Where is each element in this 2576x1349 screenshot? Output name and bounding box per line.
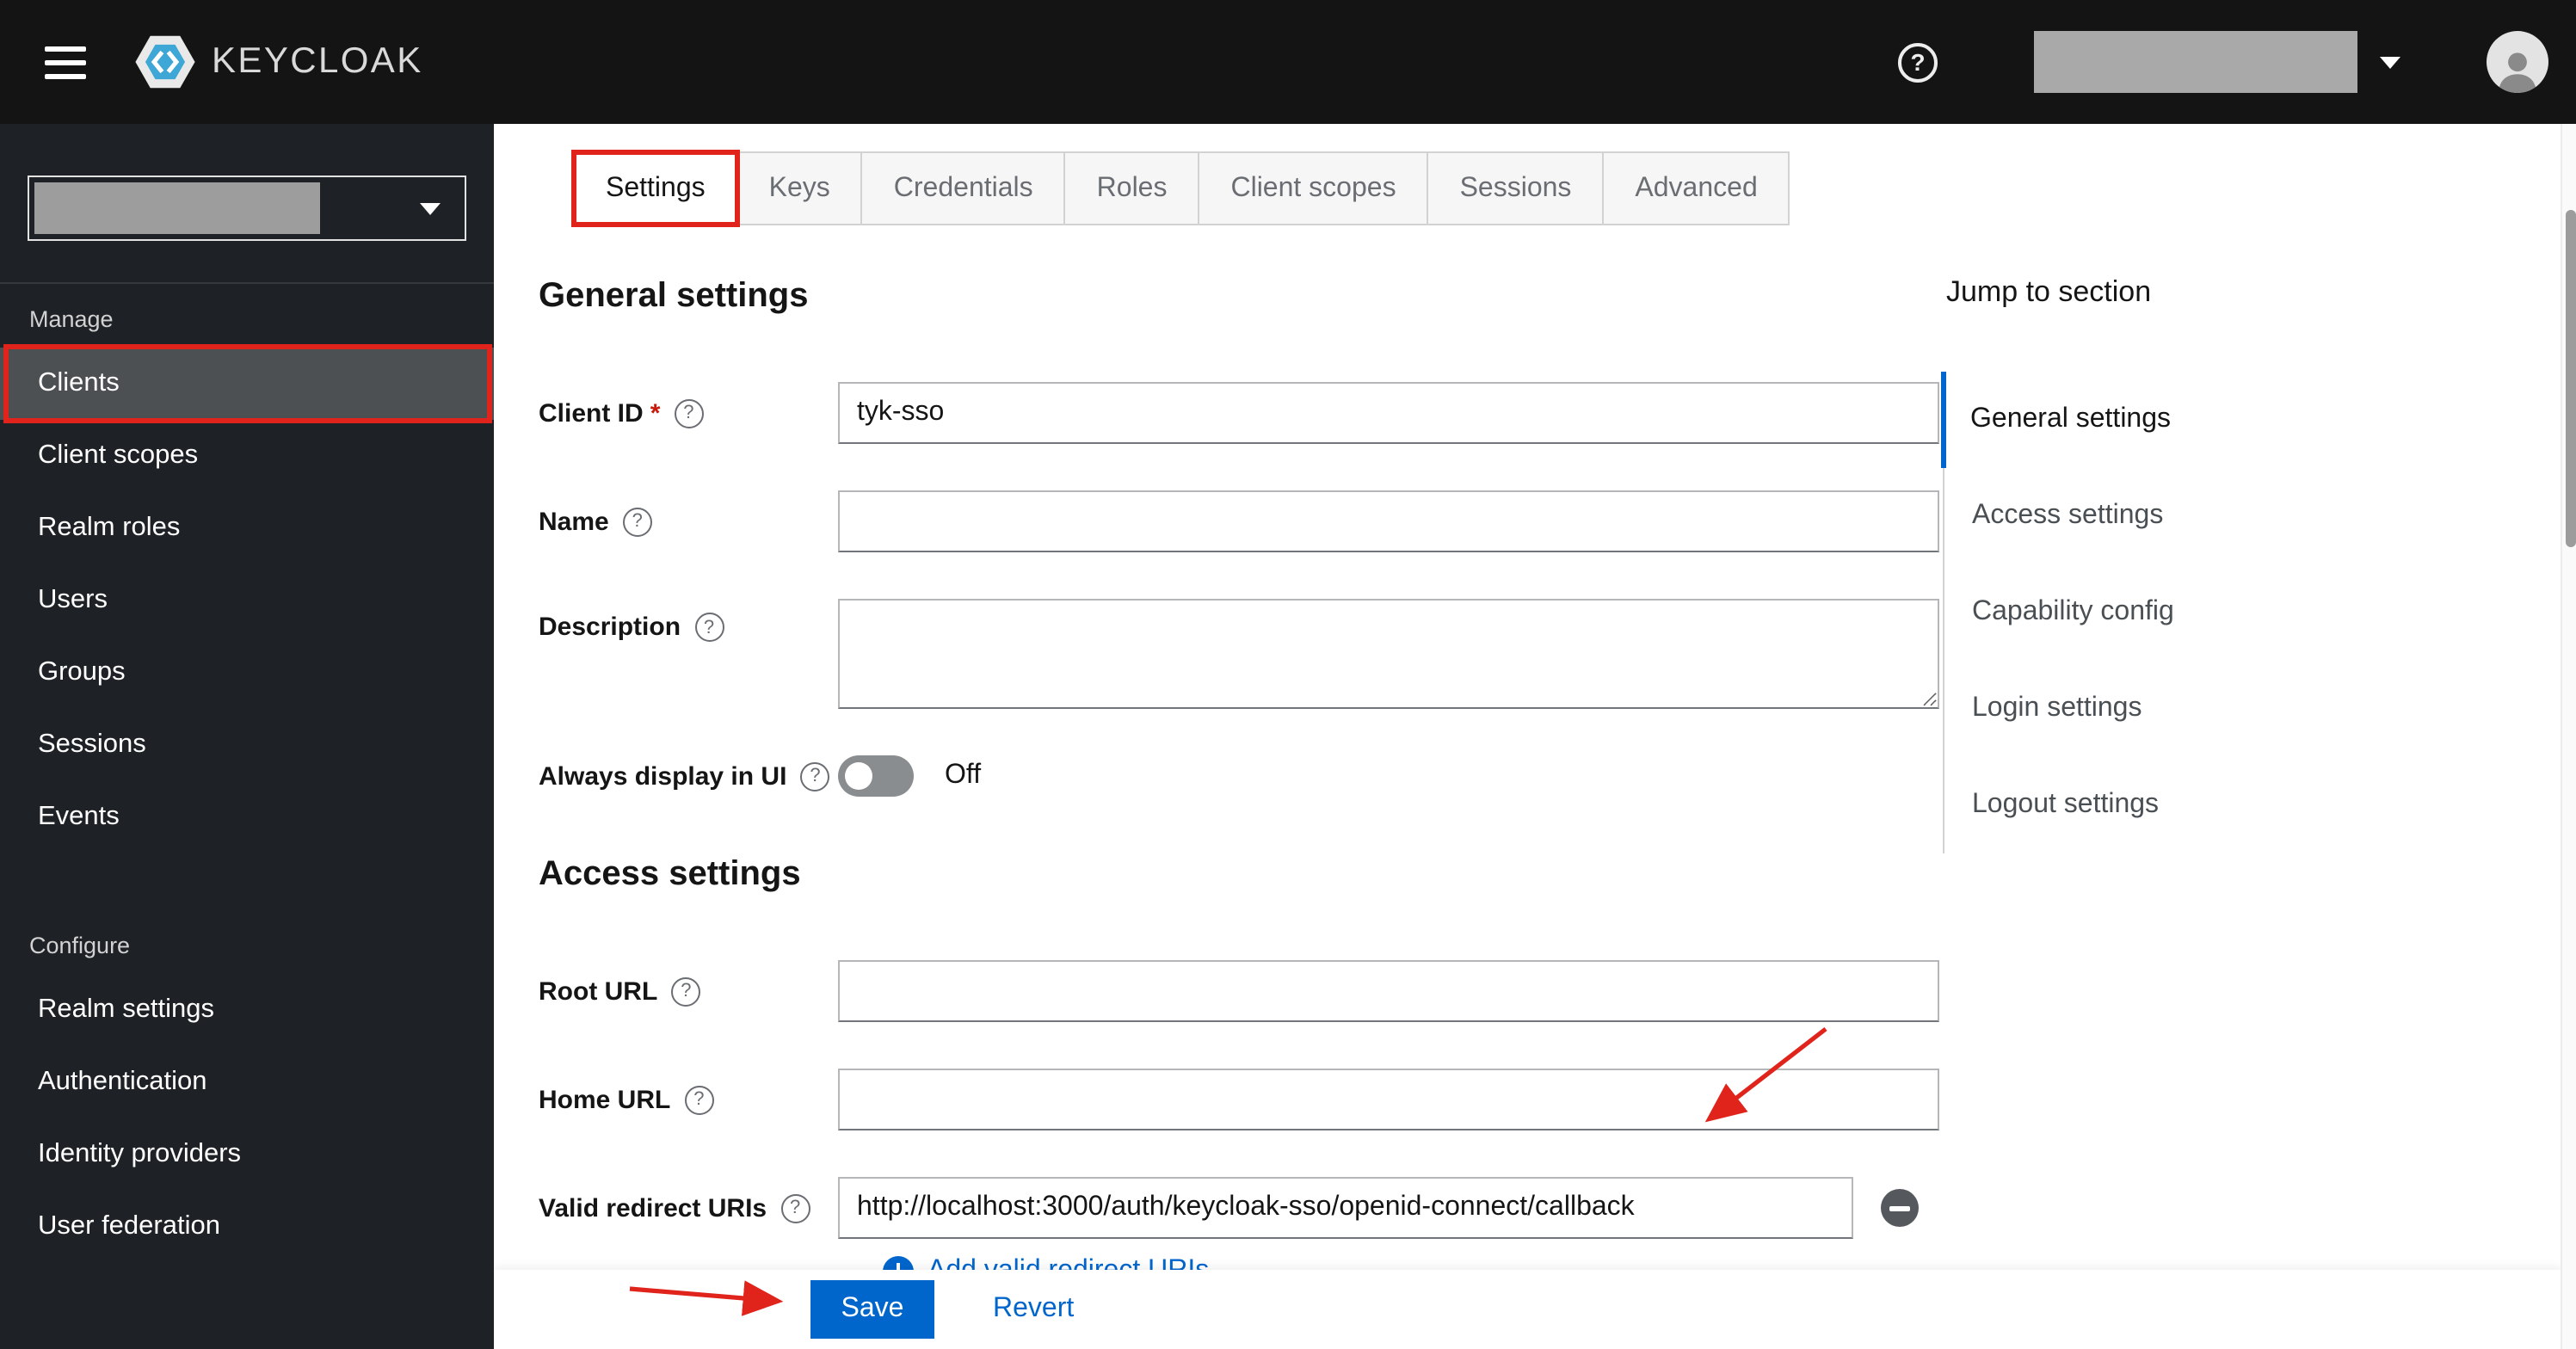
form-action-bar: Save Revert xyxy=(494,1270,2562,1349)
help-question-icon[interactable]: ? xyxy=(800,761,830,791)
sidebar-item-identity-providers[interactable]: Identity providers xyxy=(0,1118,494,1191)
tab-sessions[interactable]: Sessions xyxy=(1427,151,1605,225)
always-display-toggle[interactable] xyxy=(838,755,914,797)
remove-redirect-uri-button[interactable] xyxy=(1881,1189,1919,1227)
form-row-home-url: Home URL ? xyxy=(539,1069,2576,1130)
hamburger-icon xyxy=(45,46,86,51)
sidebar-item-groups[interactable]: Groups xyxy=(0,637,494,709)
chevron-down-icon xyxy=(2380,56,2400,68)
tab-client-scopes[interactable]: Client scopes xyxy=(1198,151,1429,225)
tab-settings[interactable]: Settings xyxy=(571,150,740,227)
help-question-icon[interactable]: ? xyxy=(674,398,704,428)
help-question-icon[interactable]: ? xyxy=(671,976,701,1006)
valid-redirect-uris-label: Valid redirect URIs xyxy=(539,1193,767,1223)
jump-to-section-title: Jump to section xyxy=(1946,275,2152,308)
sidebar-item-users[interactable]: Users xyxy=(0,564,494,637)
client-id-input[interactable] xyxy=(838,382,1939,444)
masthead-right: ? xyxy=(1898,31,2548,93)
sidebar-item-user-federation[interactable]: User federation xyxy=(0,1191,494,1263)
jump-link-logout-settings[interactable]: Logout settings xyxy=(1944,757,2511,853)
sidebar-item-label: Client scopes xyxy=(38,440,199,470)
sidebar: Manage Clients Client scopes Realm roles… xyxy=(0,124,494,1349)
sidebar-item-label: Authentication xyxy=(38,1067,207,1096)
user-menu-dropdown[interactable] xyxy=(2034,31,2400,93)
home-url-input[interactable] xyxy=(838,1069,1939,1130)
sidebar-item-client-scopes[interactable]: Client scopes xyxy=(0,420,494,492)
access-settings-heading: Access settings xyxy=(539,855,801,893)
keycloak-admin-console: KEYCLOAK ? Manage Clients Client scopes … xyxy=(0,0,2576,1349)
sidebar-item-label: Groups xyxy=(38,657,126,687)
sidebar-item-realm-settings[interactable]: Realm settings xyxy=(0,974,494,1046)
chevron-down-icon xyxy=(420,202,441,214)
nav-group-title-configure: Configure xyxy=(29,933,131,958)
revert-button[interactable]: Revert xyxy=(993,1294,1074,1325)
brand-text: KEYCLOAK xyxy=(212,41,423,81)
sidebar-item-label: Sessions xyxy=(38,730,146,759)
nav-group-title-manage: Manage xyxy=(29,306,114,332)
jump-link-access-settings[interactable]: Access settings xyxy=(1944,468,2511,564)
scrollbar-thumb[interactable] xyxy=(2566,210,2576,547)
jump-link-capability-config[interactable]: Capability config xyxy=(1944,564,2511,661)
required-asterisk: * xyxy=(650,398,661,428)
redacted-realm-name xyxy=(34,182,320,234)
root-url-input[interactable] xyxy=(838,960,1939,1022)
sidebar-item-label: Realm roles xyxy=(38,513,181,542)
nav-group-manage: Manage Clients Client scopes Realm roles… xyxy=(0,284,494,853)
valid-redirect-uri-input[interactable] xyxy=(838,1177,1853,1239)
sidebar-nav: Manage Clients Client scopes Realm roles… xyxy=(0,284,494,1263)
name-label: Name xyxy=(539,507,609,536)
help-question-icon[interactable]: ? xyxy=(780,1193,810,1223)
scrollbar-track xyxy=(2561,124,2576,1349)
masthead: KEYCLOAK ? xyxy=(0,0,2576,124)
sidebar-item-realm-roles[interactable]: Realm roles xyxy=(0,492,494,564)
help-question-icon[interactable]: ? xyxy=(694,613,724,642)
redacted-username xyxy=(2034,31,2357,93)
main-content: Settings Keys Credentials Roles Client s… xyxy=(494,124,2576,1349)
home-url-label: Home URL xyxy=(539,1085,671,1114)
form-row-valid-redirect-uris: Valid redirect URIs ? xyxy=(539,1177,2576,1239)
sidebar-item-label: Events xyxy=(38,802,120,831)
jump-to-section: Jump to section General settings Access … xyxy=(1941,275,2511,853)
nav-toggle-button[interactable] xyxy=(38,39,93,85)
client-tabs: Settings Keys Credentials Roles Client s… xyxy=(571,150,2576,227)
tab-credentials[interactable]: Credentials xyxy=(860,151,1066,225)
nav-group-configure: Configure Realm settings Authentication … xyxy=(0,853,494,1263)
help-question-icon[interactable]: ? xyxy=(622,507,652,536)
always-display-label: Always display in UI xyxy=(539,761,787,791)
help-question-icon[interactable]: ? xyxy=(684,1085,714,1114)
tab-roles[interactable]: Roles xyxy=(1063,151,1200,225)
help-icon[interactable]: ? xyxy=(1898,42,1938,82)
tab-advanced[interactable]: Advanced xyxy=(1602,151,1790,225)
sidebar-item-label: User federation xyxy=(38,1211,220,1241)
sidebar-item-label: Realm settings xyxy=(38,995,215,1024)
client-id-label: Client ID xyxy=(539,398,644,428)
realm-selector[interactable] xyxy=(28,176,466,241)
sidebar-item-clients[interactable]: Clients xyxy=(0,344,494,423)
description-textarea[interactable] xyxy=(838,599,1939,709)
sidebar-item-label: Clients xyxy=(38,368,120,397)
sidebar-item-authentication[interactable]: Authentication xyxy=(0,1046,494,1118)
root-url-label: Root URL xyxy=(539,976,658,1006)
sidebar-item-events[interactable]: Events xyxy=(0,781,494,853)
sidebar-item-sessions[interactable]: Sessions xyxy=(0,709,494,781)
jump-link-general-settings[interactable]: General settings xyxy=(1941,372,2511,468)
sidebar-item-label: Users xyxy=(38,585,108,614)
sidebar-item-label: Identity providers xyxy=(38,1139,242,1168)
toggle-knob xyxy=(845,762,872,790)
name-input[interactable] xyxy=(838,490,1939,552)
user-icon xyxy=(2499,52,2536,93)
tab-keys[interactable]: Keys xyxy=(736,151,863,225)
keycloak-brand: KEYCLOAK xyxy=(134,31,423,93)
toggle-state-label: Off xyxy=(945,761,982,790)
form-row-root-url: Root URL ? xyxy=(539,960,2576,1022)
avatar[interactable] xyxy=(2487,31,2548,93)
minus-circle-icon xyxy=(1889,1206,1910,1211)
save-button[interactable]: Save xyxy=(810,1280,934,1339)
description-label: Description xyxy=(539,613,681,642)
keycloak-logo-icon xyxy=(135,35,195,89)
jump-link-login-settings[interactable]: Login settings xyxy=(1944,661,2511,757)
